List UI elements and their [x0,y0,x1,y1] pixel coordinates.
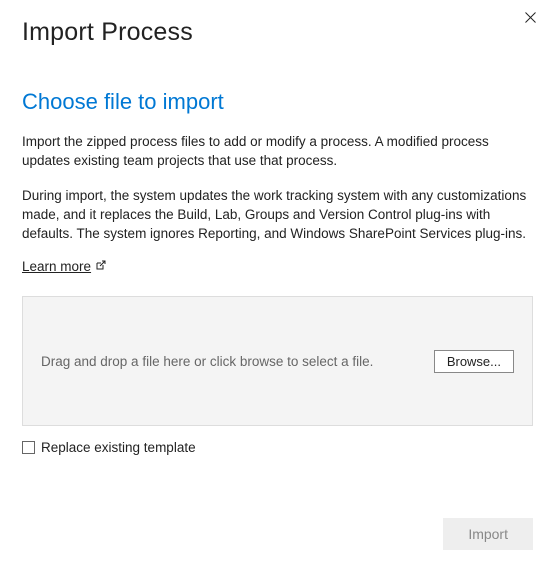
checkbox-label: Replace existing template [41,440,196,455]
description-text-1: Import the zipped process files to add o… [22,133,533,171]
section-title: Choose file to import [22,89,533,115]
dialog-title: Import Process [22,0,533,47]
browse-button[interactable]: Browse... [434,350,514,373]
drop-zone-placeholder: Drag and drop a file here or click brows… [41,354,373,369]
checkbox-box [22,441,35,454]
file-drop-zone[interactable]: Drag and drop a file here or click brows… [22,296,533,426]
replace-template-checkbox[interactable]: Replace existing template [22,440,533,455]
learn-more-link[interactable]: Learn more [22,259,106,274]
description-text-2: During import, the system updates the wo… [22,187,533,244]
close-button[interactable] [521,8,539,26]
learn-more-label: Learn more [22,259,91,274]
import-button[interactable]: Import [443,518,533,550]
close-icon [525,12,536,23]
external-link-icon [96,260,106,273]
